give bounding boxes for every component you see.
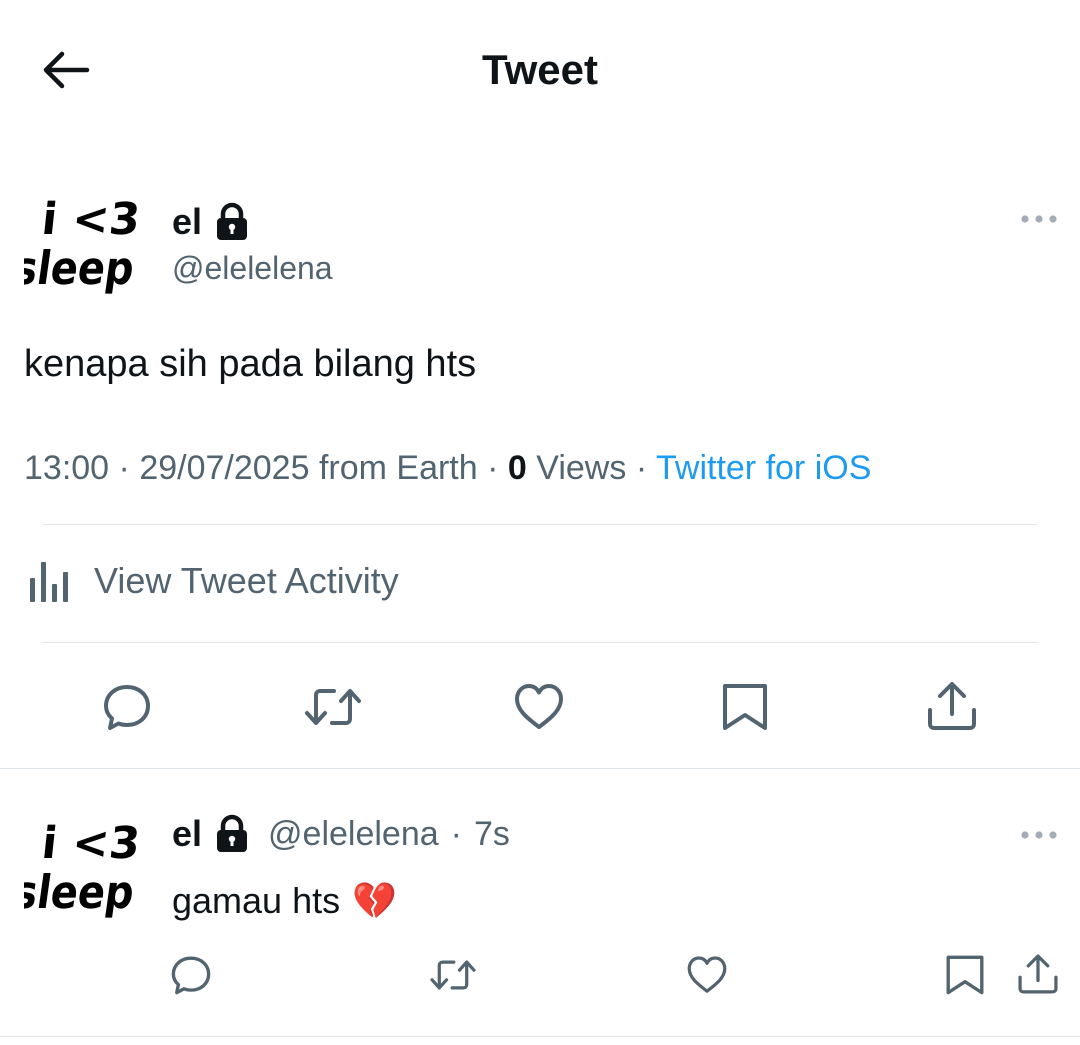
retweet-icon[interactable] <box>302 682 364 732</box>
like-icon[interactable] <box>513 682 565 732</box>
more-icon[interactable] <box>1018 824 1060 846</box>
divider <box>0 1036 1080 1037</box>
bookmark-icon[interactable] <box>944 954 986 996</box>
author-handle[interactable]: @elelelena <box>172 248 333 288</box>
avatar[interactable]: i <3 sleep <box>10 182 150 300</box>
tweet-location: from Earth <box>318 449 478 487</box>
view-activity-button[interactable]: View Tweet Activity <box>24 556 399 606</box>
analytics-icon <box>24 556 74 606</box>
like-icon[interactable] <box>686 954 728 996</box>
client-link[interactable]: Twitter for iOS <box>656 449 871 487</box>
divider <box>0 768 1080 769</box>
views-label: Views <box>536 449 627 487</box>
tweet-date[interactable]: 29/07/2025 <box>139 449 309 487</box>
tweet-text: kenapa sih pada bilang hts <box>24 343 477 385</box>
separator: · <box>118 449 130 487</box>
lock-icon <box>214 814 250 854</box>
tweet-meta: 13:00 · 29/07/2025 from Earth · 0 Views … <box>24 446 871 490</box>
avatar-text-line1: i <3 <box>39 194 142 245</box>
separator: · <box>635 449 648 487</box>
separator: · <box>450 815 462 853</box>
author-name-row: el <box>172 200 250 244</box>
view-count: 0 <box>507 449 527 487</box>
bookmark-icon[interactable] <box>721 682 769 732</box>
divider <box>42 642 1038 643</box>
reply-header: el @elelelena · 7s <box>172 812 510 856</box>
avatar[interactable]: i <3 sleep <box>10 806 150 924</box>
tweet-time[interactable]: 13:00 <box>24 449 109 487</box>
activity-label: View Tweet Activity <box>94 560 399 601</box>
reply-icon[interactable] <box>102 682 152 732</box>
separator: · <box>487 449 499 487</box>
avatar-text-line2: sleep <box>24 865 138 919</box>
author-name[interactable]: el <box>172 200 202 244</box>
avatar-text-line2: sleep <box>24 241 138 295</box>
share-icon[interactable] <box>925 680 979 732</box>
reply-author-handle[interactable]: @elelelena <box>268 812 439 856</box>
page-title: Tweet <box>482 46 598 93</box>
retweet-icon[interactable] <box>428 954 478 996</box>
reply-author-name[interactable]: el <box>172 812 202 856</box>
reply-timestamp[interactable]: 7s <box>474 812 510 856</box>
more-icon[interactable] <box>1018 208 1060 230</box>
reply-text-row: gamau hts 💔 <box>172 878 397 924</box>
lock-icon <box>214 202 250 242</box>
avatar-text-line1: i <3 <box>39 818 142 869</box>
share-icon[interactable] <box>1016 952 1060 996</box>
reply-icon[interactable] <box>170 954 212 996</box>
divider <box>42 524 1038 525</box>
broken-heart-emoji: 💔 <box>352 880 397 921</box>
reply-text: gamau hts <box>172 880 341 921</box>
